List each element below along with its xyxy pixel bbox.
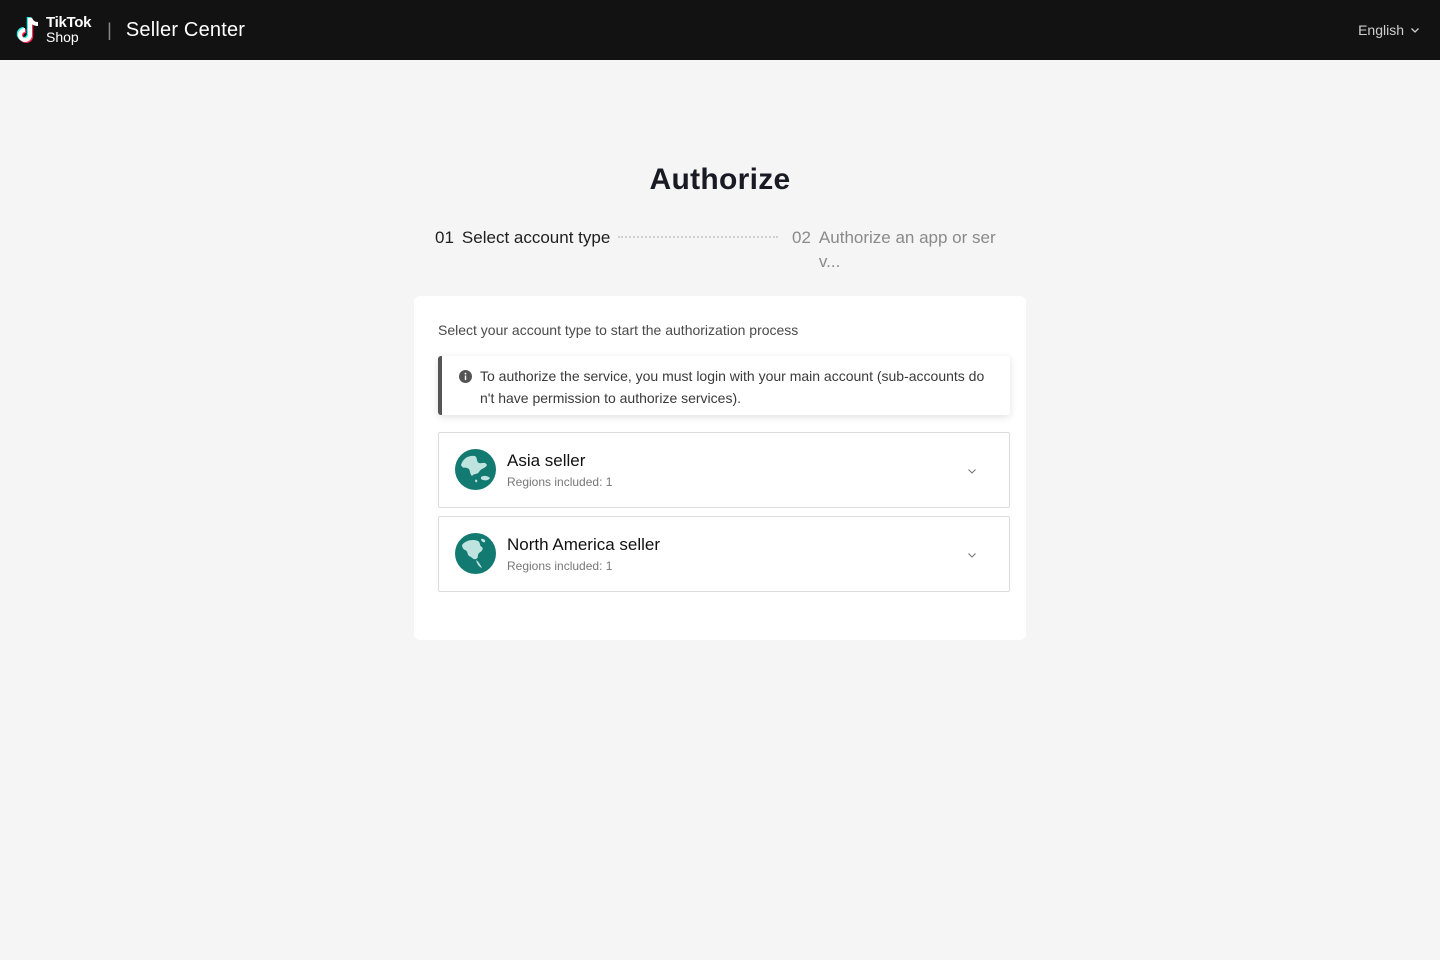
region-name: Asia seller [507, 451, 586, 470]
stepper: 01 Select account type 02 Authorize an a… [435, 226, 1015, 276]
region-option-north-america[interactable]: North America seller Regions included: 1 [438, 516, 1010, 592]
top-navbar: TikTok Shop | Seller Center English [0, 0, 1440, 60]
step-number: 01 [435, 228, 454, 247]
region-option-asia[interactable]: Asia seller Regions included: 1 [438, 432, 1010, 508]
region-meta: Regions included: 1 [507, 559, 613, 573]
brand[interactable]: TikTok Shop [16, 0, 91, 60]
brand-separator: | [107, 19, 112, 40]
notice-banner: To authorize the service, you must login… [438, 356, 1010, 415]
page-title: Authorize [649, 163, 791, 196]
info-icon [459, 370, 472, 383]
step-connector [618, 236, 778, 238]
step-select-account-type: 01 Select account type [435, 226, 610, 250]
region-meta: Regions included: 1 [507, 475, 613, 489]
brand-line-shop: Shop [46, 29, 79, 45]
asia-globe-icon [455, 449, 496, 490]
notice-message: To authorize the service, you must login… [480, 368, 985, 406]
language-label: English [1358, 22, 1404, 38]
step-label: Select account type [461, 228, 611, 247]
brand-line-tiktok: TikTok [46, 14, 92, 31]
region-name: North America seller [507, 535, 661, 554]
language-selector[interactable]: English [1358, 0, 1420, 60]
tiktok-logo-icon [16, 17, 39, 43]
chevron-down-icon [968, 469, 976, 474]
card-subtitle: Select your account type to start the au… [438, 322, 799, 338]
brand-wordmark: TikTok Shop [46, 14, 92, 45]
north-america-globe-icon [455, 533, 496, 574]
chevron-down-icon [1411, 28, 1419, 33]
step-label: Authorize an app or serv... [818, 228, 996, 271]
app-title: Seller Center [125, 18, 246, 41]
step-number: 02 [792, 228, 811, 247]
step-authorize-app: 02 Authorize an app or serv... [792, 226, 1012, 274]
chevron-down-icon [968, 553, 976, 558]
account-type-card: Select your account type to start the au… [414, 296, 1026, 640]
